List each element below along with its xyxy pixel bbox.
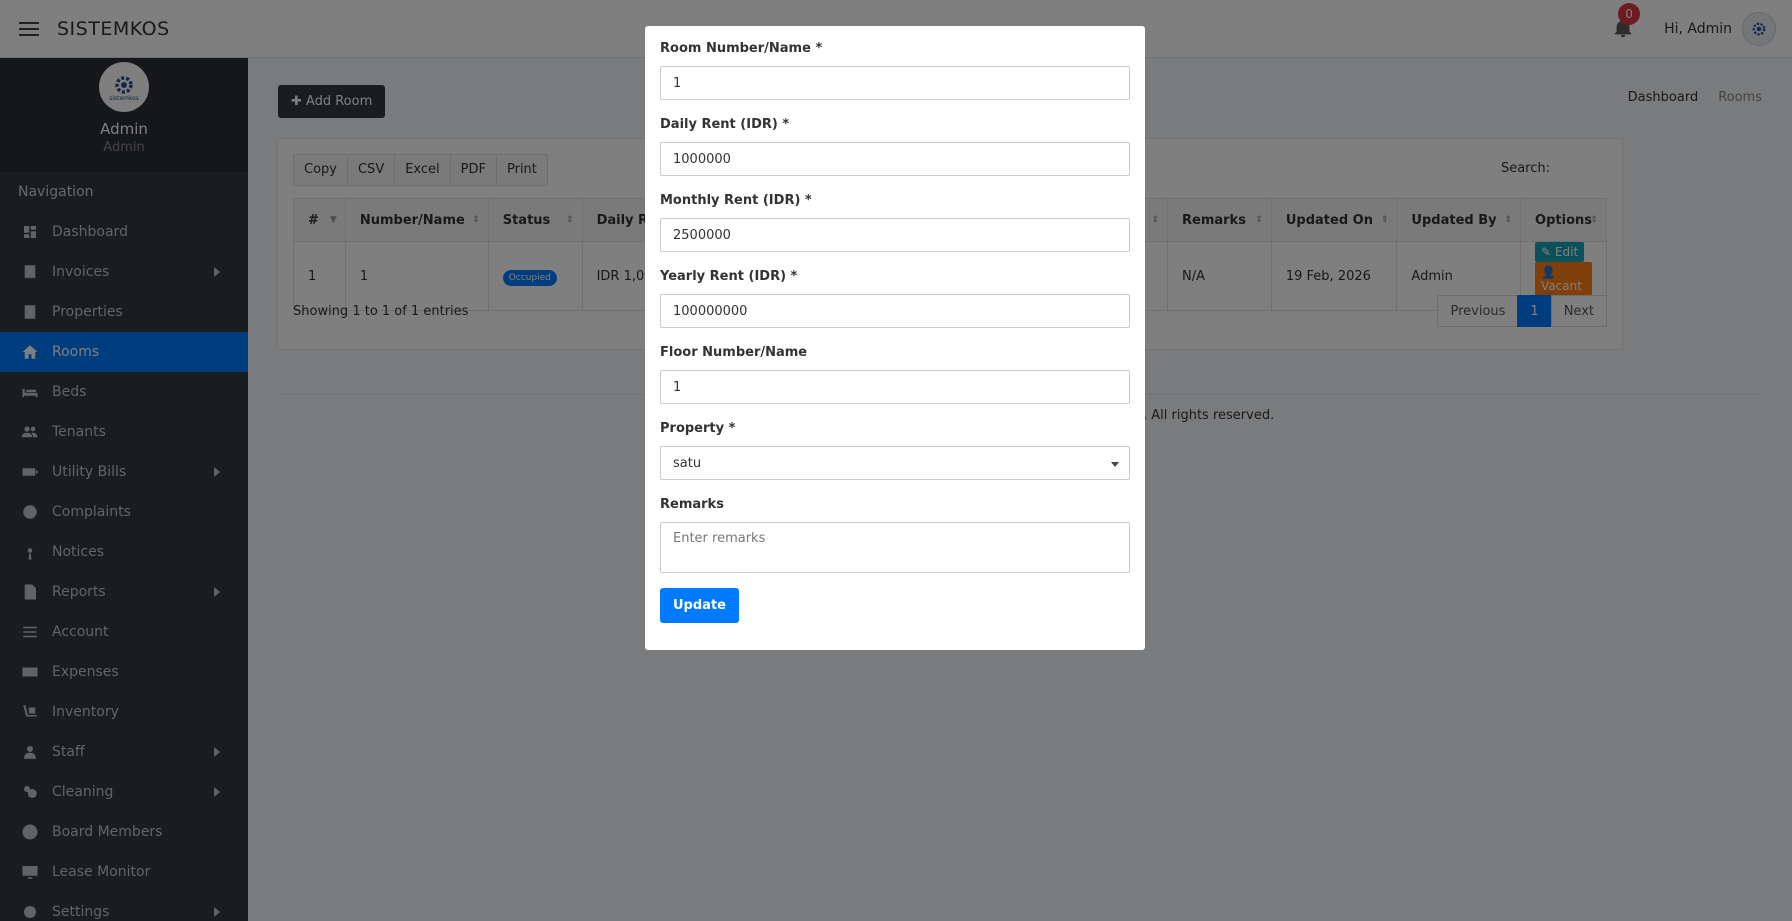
- property-select[interactable]: satu: [660, 446, 1130, 480]
- monthly-rent-label: Monthly Rent (IDR) *: [660, 193, 812, 208]
- property-group: Property * satu: [660, 421, 1130, 480]
- yearly-rent-label: Yearly Rent (IDR) *: [660, 269, 798, 284]
- chevron-down-icon: [1111, 462, 1119, 467]
- daily-rent-label: Daily Rent (IDR) *: [660, 117, 790, 132]
- edit-room-modal: Room Number/Name * 1 Daily Rent (IDR) * …: [645, 26, 1145, 650]
- floor-input[interactable]: 1: [660, 370, 1130, 404]
- room-name-label: Room Number/Name *: [660, 41, 823, 56]
- remarks-textarea[interactable]: Enter remarks: [660, 522, 1130, 573]
- monthly-rent-input[interactable]: 2500000: [660, 218, 1130, 252]
- floor-label: Floor Number/Name: [660, 345, 808, 360]
- room-name-group: Room Number/Name * 1: [660, 41, 1130, 100]
- daily-rent-group: Daily Rent (IDR) * 1000000: [660, 117, 1130, 176]
- yearly-rent-group: Yearly Rent (IDR) * 100000000: [660, 269, 1130, 328]
- room-name-input[interactable]: 1: [660, 66, 1130, 100]
- floor-group: Floor Number/Name 1: [660, 345, 1130, 404]
- update-button[interactable]: Update: [660, 588, 739, 623]
- property-selected-value: satu: [673, 455, 702, 471]
- daily-rent-input[interactable]: 1000000: [660, 142, 1130, 176]
- remarks-label: Remarks: [660, 497, 724, 512]
- remarks-group: Remarks Enter remarks: [660, 497, 1130, 573]
- monthly-rent-group: Monthly Rent (IDR) * 2500000: [660, 193, 1130, 252]
- property-label: Property *: [660, 421, 736, 436]
- yearly-rent-input[interactable]: 100000000: [660, 294, 1130, 328]
